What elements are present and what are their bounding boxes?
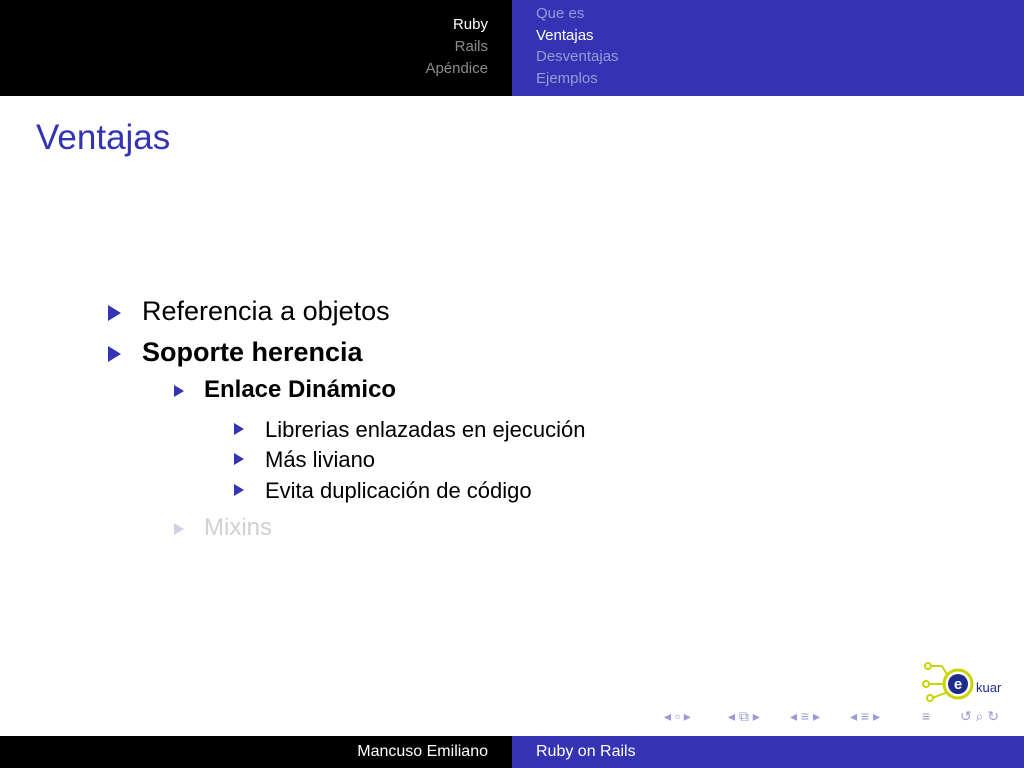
- section-link-ruby[interactable]: Ruby: [453, 16, 488, 33]
- list-item-evita-duplicacion: Evita duplicación de código: [265, 478, 532, 503]
- subsection-link-que-es[interactable]: Que es: [536, 5, 584, 22]
- logo-text: kuar: [976, 680, 1002, 695]
- appendix-nav-icon[interactable]: ≡: [922, 708, 930, 724]
- slide-title: Ventajas: [36, 118, 171, 157]
- subsection-nav-icon[interactable]: ◂ ⧉ ▸: [728, 708, 760, 725]
- bullet-icon: [234, 423, 244, 435]
- subsection-link-ventajas[interactable]: Ventajas: [536, 27, 594, 44]
- section-nav-icon[interactable]: ◂ ≡ ▸: [790, 708, 820, 725]
- bullet-icon: [234, 453, 244, 465]
- subsection-link-desventajas[interactable]: Desventajas: [536, 48, 619, 65]
- footer-short-title: Ruby on Rails: [536, 743, 636, 760]
- bullet-icon: [108, 346, 121, 362]
- footer-author: Mancuso Emiliano: [357, 743, 488, 760]
- footer-author-panel: Mancuso Emiliano: [0, 736, 512, 768]
- list-item-soporte-herencia: Soporte herencia: [142, 337, 363, 367]
- list-item-librerias-enlazadas: Librerias enlazadas en ejecución: [265, 417, 586, 442]
- section-link-apendice[interactable]: Apéndice: [425, 60, 488, 77]
- list-item-mas-liviano: Más liviano: [265, 447, 376, 472]
- ekuar-logo-icon: e kuar: [920, 658, 1020, 706]
- logo-letter: e: [954, 676, 962, 693]
- search-back-forward-icon[interactable]: ↺ ⌕ ↻: [960, 708, 999, 725]
- footer-title-panel: Ruby on Rails: [512, 736, 1024, 768]
- subsection-navigation-panel: Que es Ventajas Desventajas Ejemplos: [512, 0, 1024, 96]
- footer-bar: Mancuso Emiliano Ruby on Rails: [0, 736, 1024, 768]
- section-navigation-panel: Ruby Rails Apéndice: [0, 0, 512, 96]
- bullet-icon: [174, 523, 184, 535]
- bullet-icon: [108, 305, 121, 321]
- document-nav-icon[interactable]: ◂ ≡ ▸: [850, 708, 880, 725]
- top-navigation-bar: Ruby Rails Apéndice Que es Ventajas Desv…: [0, 0, 1024, 96]
- list-item-mixins: Mixins: [204, 514, 273, 541]
- section-link-rails[interactable]: Rails: [455, 38, 488, 55]
- list-item-enlace-dinamico: Enlace Dinámico: [204, 376, 397, 403]
- list-item-referencia-objetos: Referencia a objetos: [142, 296, 390, 326]
- subsection-link-ejemplos[interactable]: Ejemplos: [536, 70, 598, 87]
- frame-nav-icon[interactable]: ◂ ▫ ▸: [664, 708, 691, 725]
- bullet-icon: [174, 385, 184, 397]
- bullet-icon: [234, 484, 244, 496]
